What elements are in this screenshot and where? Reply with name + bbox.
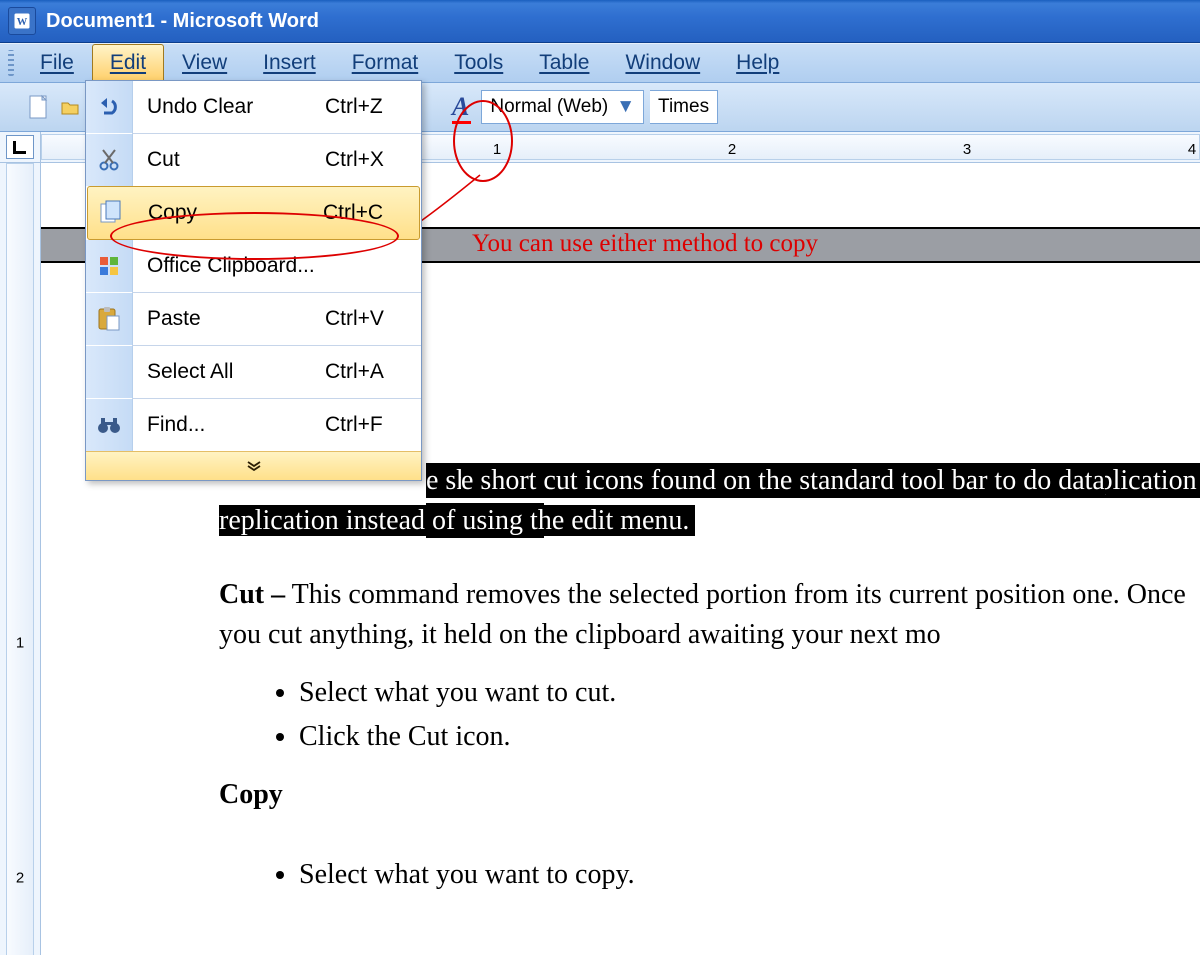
copy-heading: Copy xyxy=(219,779,283,810)
menu-item-paste[interactable]: Paste Ctrl+V xyxy=(86,293,421,345)
ruler-tick-2: 2 xyxy=(728,141,736,158)
paste-icon xyxy=(97,306,121,332)
annotation-text: You can use either method to copy xyxy=(472,230,818,258)
ruler-tick-1: 1 xyxy=(493,141,501,158)
cut-paragraph: Cut – This command removes the selected … xyxy=(219,575,1200,655)
font-value: Times xyxy=(658,96,709,118)
list-item: Select what you want to copy. xyxy=(299,855,1200,895)
cut-steps-list: Select what you want to cut. Click the C… xyxy=(299,673,1200,757)
list-item: Click the Cut icon. xyxy=(299,717,1200,757)
vruler-tick-2: 2 xyxy=(0,870,40,887)
open-button[interactable] xyxy=(60,90,80,124)
menubar-grip[interactable] xyxy=(8,50,14,76)
menu-help[interactable]: Help xyxy=(718,44,797,82)
ruler-tick-4: 4 xyxy=(1188,141,1196,158)
vruler-tick-1: 1 xyxy=(0,635,40,652)
scissors-icon xyxy=(99,148,119,172)
selected-text-line1[interactable]: e short cut icons found on the standard … xyxy=(461,465,1105,496)
new-doc-button[interactable] xyxy=(22,90,56,124)
menu-table[interactable]: Table xyxy=(521,44,607,82)
ruler-corner xyxy=(0,132,41,162)
menu-item-undo[interactable]: Undo Clear Ctrl+Z xyxy=(86,81,421,133)
ruler-tick-3: 3 xyxy=(963,141,971,158)
office-clipboard-icon xyxy=(98,255,120,277)
style-value: Normal (Web) xyxy=(490,96,608,118)
window-title: Document1 - Microsoft Word xyxy=(46,10,319,33)
menu-item-find[interactable]: Find... Ctrl+F xyxy=(86,399,421,451)
menu-file[interactable]: File xyxy=(22,44,92,82)
title-bar: W Document1 - Microsoft Word xyxy=(0,0,1200,43)
dropdown-arrow-icon: ▼ xyxy=(616,96,635,118)
svg-text:W: W xyxy=(17,17,28,28)
menu-tools[interactable]: Tools xyxy=(436,44,521,82)
style-selector[interactable]: Normal (Web) ▼ xyxy=(481,90,644,124)
font-style-icon[interactable]: A xyxy=(452,92,469,122)
menu-item-select-all[interactable]: Select All Ctrl+A xyxy=(86,346,421,398)
menu-view[interactable]: View xyxy=(164,44,245,82)
font-selector[interactable]: Times xyxy=(650,90,718,124)
copy-icon xyxy=(99,200,123,226)
copy-steps-list: Select what you want to copy. xyxy=(299,855,1200,895)
menu-insert[interactable]: Insert xyxy=(245,44,334,82)
binoculars-icon xyxy=(97,414,121,436)
vertical-ruler[interactable]: 1 2 xyxy=(0,163,41,955)
menu-item-office-clipboard[interactable]: Office Clipboard... xyxy=(86,240,421,292)
edit-menu-dropdown: Undo Clear Ctrl+Z Cut Ctrl+X Copy Ctrl+C… xyxy=(85,80,422,481)
menu-item-cut[interactable]: Cut Ctrl+X xyxy=(86,134,421,186)
word-w-icon: W xyxy=(13,12,31,30)
tab-selector[interactable] xyxy=(6,135,34,159)
menu-format[interactable]: Format xyxy=(334,44,437,82)
menu-edit[interactable]: Edit xyxy=(92,44,164,82)
chevron-down-icon xyxy=(247,461,261,471)
menu-item-copy[interactable]: Copy Ctrl+C xyxy=(87,186,420,240)
new-doc-icon xyxy=(28,94,50,120)
selected-text-line2[interactable]: replication instead of using the edit me… xyxy=(219,505,695,536)
app-window: W Document1 - Microsoft Word File Edit V… xyxy=(0,0,1200,955)
word-app-icon: W xyxy=(8,7,36,35)
undo-icon xyxy=(98,97,120,117)
menu-window[interactable]: Window xyxy=(607,44,718,82)
folder-icon xyxy=(61,98,79,116)
menu-expand-button[interactable] xyxy=(86,451,421,480)
menu-bar: File Edit View Insert Format Tools Table… xyxy=(0,43,1200,83)
list-item: Select what you want to cut. xyxy=(299,673,1200,713)
